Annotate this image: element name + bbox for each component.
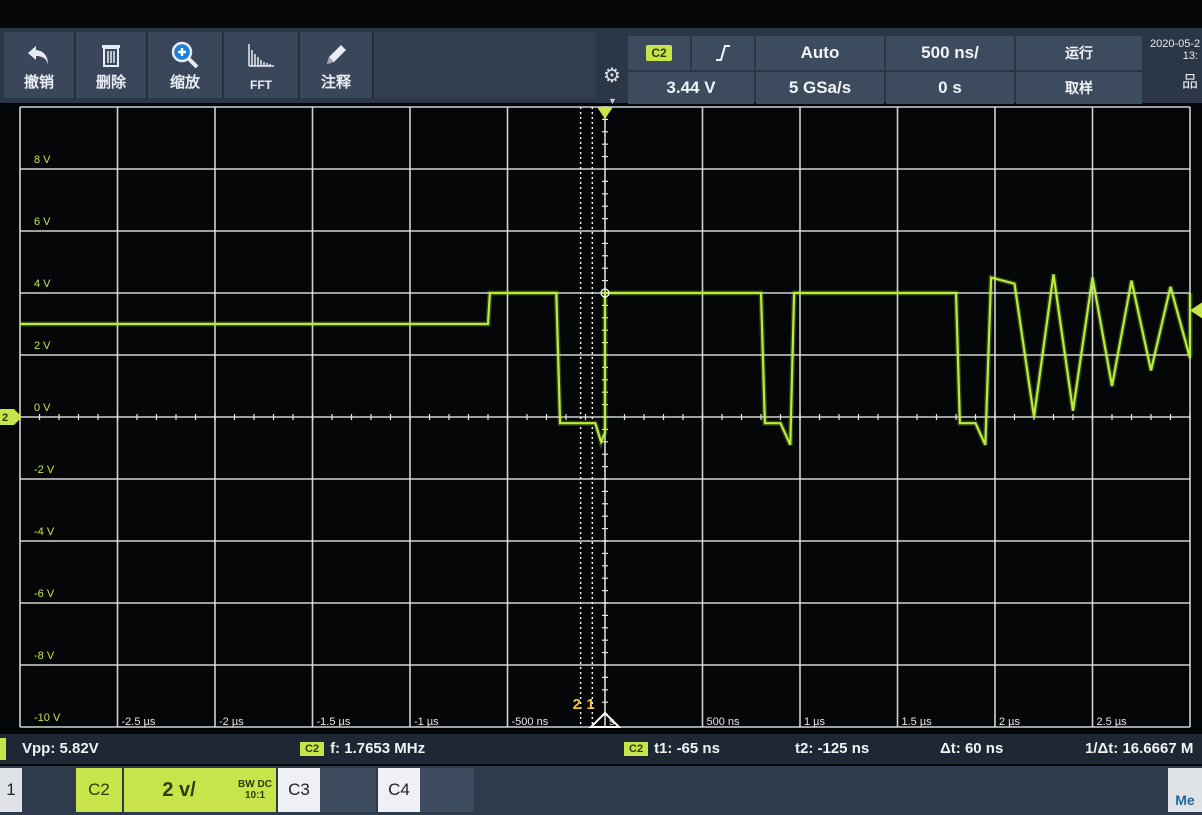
y-tick-label: 6 V <box>34 216 51 228</box>
cursor-channel-badge: C2 <box>624 742 649 757</box>
trash-icon <box>76 38 146 72</box>
y-tick-label: -10 V <box>34 712 61 724</box>
delete-label: 删除 <box>95 74 126 91</box>
y-tick-label: 4 V <box>34 278 51 290</box>
freq-value: f: 1.7653 MHz <box>330 740 426 757</box>
sample-rate[interactable]: 5 GSa/s <box>756 72 884 104</box>
cursor-delta-t[interactable]: Δt: 60 ns <box>940 740 1003 757</box>
channel-2-button[interactable]: C2 <box>76 768 122 812</box>
x-tick-label: 1.5 µs <box>902 716 933 728</box>
datetime-display: 2020-05-2 13: 品 <box>1150 38 1202 102</box>
run-state[interactable]: 运行 <box>1016 36 1142 70</box>
x-tick-label: 2.5 µs <box>1097 716 1128 728</box>
channel-3-area[interactable] <box>320 768 376 812</box>
zoom-in-icon <box>148 38 222 72</box>
channel-4-area[interactable] <box>420 768 474 812</box>
t1-value: t1: -65 ns <box>654 740 720 757</box>
annotate-label: 注释 <box>320 74 351 91</box>
trigger-source[interactable]: C2 <box>628 36 690 70</box>
x-tick-label: 2 µs <box>999 716 1021 728</box>
cursor-inverse-delta-t[interactable]: 1/Δt: 16.6667 M <box>1085 740 1193 757</box>
freq-measurement[interactable]: C2 f: 1.7653 MHz <box>300 740 425 757</box>
y-tick-label: 8 V <box>34 154 51 166</box>
waveform-display[interactable]: 8 V 6 V 4 V 2 V 0 V -2 V -4 V -6 V -8 V -10 V -2.… <box>0 103 1202 734</box>
x-tick-label: -2 µs <box>219 716 244 728</box>
horizontal-delay[interactable]: 0 s <box>886 72 1014 104</box>
y-tick-label: -6 V <box>34 588 55 600</box>
channel-4-button[interactable]: C4 <box>378 768 420 812</box>
channel-bar: 1 C2 2 v/ BW DC 10:1 C3 C4 Me <box>0 766 1202 815</box>
x-tick-label: 1 µs <box>804 716 826 728</box>
fft-button[interactable]: FFT <box>224 32 299 98</box>
cursor-t2[interactable]: t2: -125 ns <box>795 740 869 757</box>
pencil-icon <box>300 38 372 72</box>
y-tick-label: -4 V <box>34 526 55 538</box>
undo-button[interactable]: 撤销 <box>4 32 75 98</box>
fft-label: FFT <box>250 78 272 92</box>
trigger-position-marker <box>597 107 613 119</box>
y-tick-label: -8 V <box>34 650 55 662</box>
bandwidth-coupling: BW DC <box>238 779 272 790</box>
channel-2-scale[interactable]: 2 v/ <box>124 768 234 812</box>
delete-button[interactable]: 删除 <box>76 32 147 98</box>
channel-3-button[interactable]: C3 <box>278 768 320 812</box>
probe-ratio: 10:1 <box>244 790 265 801</box>
rising-edge-icon[interactable] <box>692 36 754 70</box>
trigger-level[interactable]: 3.44 V <box>628 72 754 104</box>
undo-icon <box>4 38 74 72</box>
zoom-label: 缩放 <box>169 74 200 91</box>
cursor-t1-label: 1 <box>586 696 594 713</box>
settings-gear-icon[interactable]: ⚙ <box>598 62 626 90</box>
trigger-source-badge: C2 <box>646 45 672 61</box>
channel-2-marker-label: 2 <box>2 412 8 424</box>
zoom-button[interactable]: 缩放 <box>148 32 223 98</box>
cursor-t2-label: 2 <box>573 696 581 713</box>
trigger-panel-row2: 3.44 V 5 GSa/s 0 s 取样 <box>628 72 1148 104</box>
time-text: 13: <box>1182 50 1198 62</box>
math-menu-button[interactable]: Me <box>1168 768 1202 812</box>
annotate-button[interactable]: 注释 <box>300 32 373 98</box>
x-tick-label: -1.5 µs <box>317 716 351 728</box>
y-tick-label: -2 V <box>34 464 55 476</box>
y-axis-labels: 8 V 6 V 4 V 2 V 0 V -2 V -4 V -6 V -8 V -10 V <box>34 154 61 724</box>
x-tick-label: -1 µs <box>414 716 439 728</box>
x-tick-label: -2.5 µs <box>122 716 156 728</box>
cursor-t1[interactable]: C2 t1: -65 ns <box>624 740 720 757</box>
y-tick-label: 2 V <box>34 340 51 352</box>
trigger-panel-row1: C2 Auto 500 ns/ 运行 <box>628 36 1148 70</box>
y-tick-label: 0 V <box>34 402 51 414</box>
network-icon: 品 <box>1181 74 1198 91</box>
x-tick-label: 500 ns <box>707 716 741 728</box>
toolbar-spacer <box>374 32 596 98</box>
vpp-measurement[interactable]: Vpp: 5.82V <box>22 740 99 757</box>
acquisition-mode[interactable]: 取样 <box>1016 72 1142 104</box>
x-tick-label: -500 ns <box>512 716 549 728</box>
trigger-mode[interactable]: Auto <box>756 36 884 70</box>
channel-2-coupling[interactable]: BW DC 10:1 <box>234 768 276 812</box>
fft-icon <box>224 38 298 72</box>
channel-1-button[interactable]: 1 <box>0 768 22 812</box>
timebase[interactable]: 500 ns/ <box>886 36 1014 70</box>
vpp-channel-stripe <box>0 738 6 760</box>
date-text: 2020-05-2 <box>1150 38 1201 50</box>
measurement-bar: Vpp: 5.82V C2 f: 1.7653 MHz C2 t1: -65 ns … <box>0 734 1202 764</box>
freq-channel-badge: C2 <box>300 742 325 757</box>
undo-label: 撤销 <box>23 74 54 91</box>
